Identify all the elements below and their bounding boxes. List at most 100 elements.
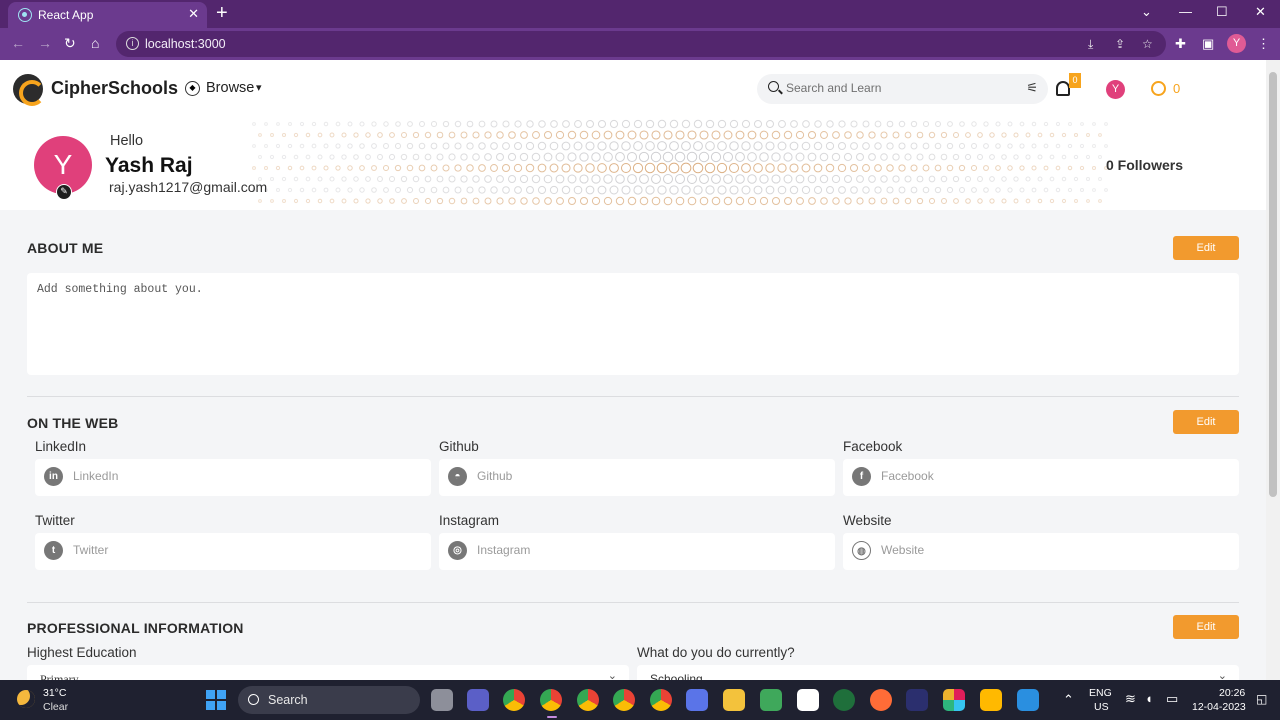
banner-pattern-circle [412,153,420,161]
facebook-field[interactable]: f [843,459,1239,496]
user-avatar[interactable]: Y [1106,80,1125,99]
postman-icon[interactable] [870,689,892,711]
facebook-input[interactable] [881,469,1221,483]
address-bar[interactable]: i localhost:3000 ⤓ ⇪ ☆ [116,31,1166,57]
current-occupation-value: Schooling [650,672,703,680]
professional-edit-button[interactable]: Edit [1173,615,1239,639]
bookmark-star-icon[interactable]: ☆ [1142,37,1153,51]
extensions-icon[interactable]: ✚ [1175,36,1186,52]
chrome-profile-icon[interactable] [540,689,562,711]
site-info-icon[interactable]: i [126,37,139,50]
weather-condition[interactable]: Clear [43,701,68,713]
url-text[interactable]: localhost:3000 [145,37,226,51]
chrome-icon[interactable] [650,689,672,711]
banner-pattern-circle [693,119,703,129]
tab-close-icon[interactable]: ✕ [188,7,199,21]
banner-pattern-circle [644,162,656,174]
search-bar[interactable]: ⚟ [757,74,1048,104]
instagram-input[interactable] [477,543,817,557]
website-field[interactable]: ◍ [843,533,1239,570]
banner-pattern-circle [537,163,547,173]
chevron-down-icon[interactable]: ▾ [256,81,262,94]
web-edit-button[interactable]: Edit [1173,410,1239,434]
brand-name[interactable]: CipherSchools [51,78,178,99]
browser-menu-icon[interactable]: ⋮ [1257,36,1270,52]
scrollbar-thumb[interactable] [1269,72,1277,497]
banner-pattern-circle [335,187,341,193]
instagram-field[interactable]: ◎ [439,533,835,570]
banner-pattern-circle [892,175,900,183]
battery-icon[interactable]: ▭ [1166,691,1178,707]
page-scrollbar[interactable] [1266,60,1280,680]
banner-pattern-circle [1074,199,1078,203]
browse-menu[interactable]: Browse [206,80,254,96]
language-region[interactable]: US [1094,701,1109,713]
task-view-icon[interactable] [431,689,453,711]
banner-pattern-circle [953,132,959,138]
tab-search-chevron-icon[interactable]: ⌄ [1141,4,1152,20]
weather-temperature[interactable]: 31°C [43,687,66,699]
teams-icon[interactable] [467,689,489,711]
clock-date[interactable]: 12-04-2023 [1192,701,1246,713]
twitter-field[interactable]: t [35,533,431,570]
windows-start-icon[interactable] [206,690,226,710]
maximize-icon[interactable]: ☐ [1216,4,1228,20]
language-code[interactable]: ENG [1089,687,1112,699]
vscode-icon[interactable] [1017,689,1039,711]
linkedin-field[interactable]: in [35,459,431,496]
slack-icon[interactable] [943,689,965,711]
notification-bell-icon[interactable] [1056,81,1070,96]
clock-time[interactable]: 20:26 [1219,687,1245,699]
share-icon[interactable]: ⇪ [1115,37,1125,51]
about-me-textarea[interactable] [27,273,1239,375]
notification-center-icon[interactable]: ◱ [1256,692,1267,706]
filter-icon[interactable]: ⚟ [1026,80,1038,96]
taskbar-search[interactable]: Search [238,686,420,714]
twitter-input[interactable] [73,543,413,557]
banner-pattern-circle [801,163,811,173]
wifi-icon[interactable]: ≋ [1125,691,1136,707]
banner-pattern-circle [430,142,438,150]
home-icon[interactable]: ⌂ [91,35,99,51]
side-panel-icon[interactable]: ▣ [1202,36,1214,52]
about-edit-button[interactable]: Edit [1173,236,1239,260]
chrome-icon[interactable] [503,689,525,711]
browser-profile-avatar[interactable]: Y [1227,34,1246,53]
weather-moon-icon[interactable] [17,690,35,708]
android-studio-icon[interactable] [760,689,782,711]
window-close-icon[interactable]: ✕ [1255,4,1266,20]
github-field[interactable]: ◓ [439,459,835,496]
search-input[interactable] [786,81,1006,95]
forward-icon[interactable]: → [38,35,52,51]
camo-icon[interactable] [980,689,1002,711]
current-occupation-select[interactable]: Schooling ⌄ [637,665,1239,680]
highest-education-select[interactable]: Primary ⌄ [27,665,629,680]
cipherschools-logo-icon[interactable] [13,74,45,106]
back-icon[interactable]: ← [11,35,25,51]
followers-count[interactable]: 0 Followers [1106,157,1183,173]
mongodb-compass-icon[interactable] [833,689,855,711]
reload-icon[interactable]: ↻ [64,35,76,51]
file-explorer-icon[interactable] [723,689,745,711]
banner-pattern-circle [466,164,474,172]
banner-pattern-circle [1104,188,1108,192]
chrome-icon[interactable] [577,689,599,711]
tray-overflow-chevron-icon[interactable]: ⌃ [1063,692,1074,708]
chrome-icon[interactable] [613,689,635,711]
minimize-icon[interactable]: — [1179,4,1192,19]
banner-pattern-circle [579,196,589,206]
intellij-icon[interactable] [906,689,928,711]
volume-icon[interactable]: ◖ [1145,691,1153,706]
linkedin-input[interactable] [73,469,413,483]
banner-pattern-circle [1007,143,1013,149]
browser-tab[interactable]: React App ✕ [8,2,207,28]
website-input[interactable] [881,543,1221,557]
edit-avatar-pencil-icon[interactable]: ✎ [56,184,72,200]
media-player-icon[interactable] [686,689,708,711]
banner-pattern-circle [305,198,311,204]
mongodb-icon[interactable] [797,689,819,711]
new-tab-button[interactable]: + [216,3,228,23]
github-input[interactable] [477,469,817,483]
install-app-icon[interactable]: ⤓ [1088,37,1093,52]
banner-pattern-circle [868,175,876,183]
